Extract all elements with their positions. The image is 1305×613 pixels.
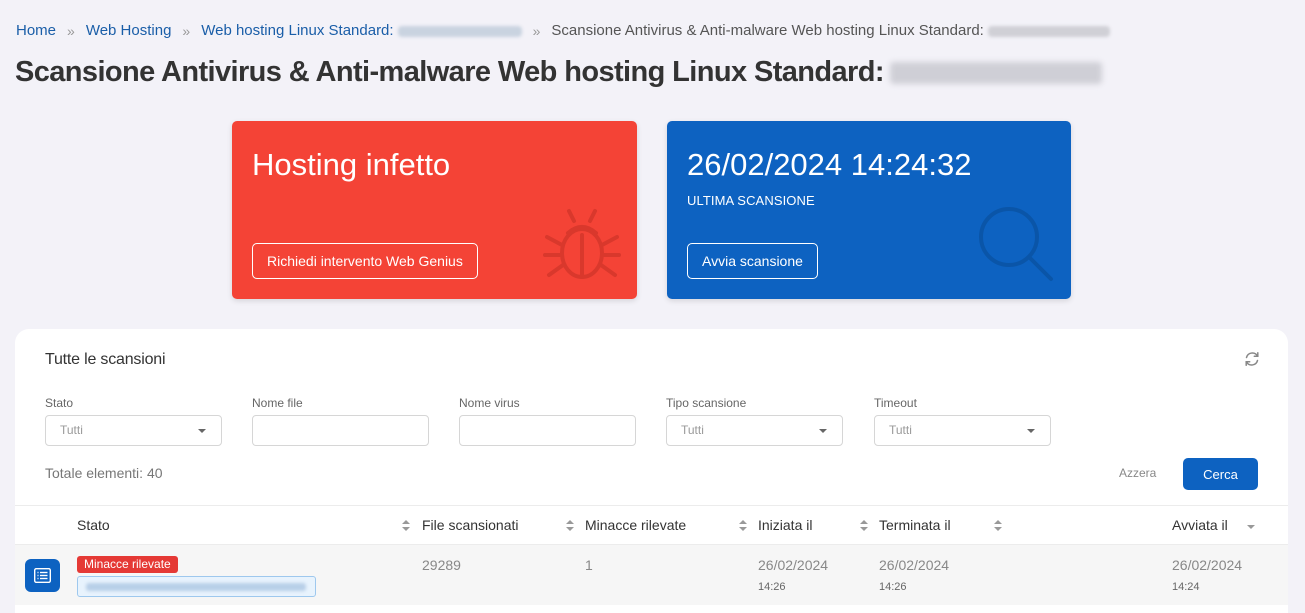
filter-stato-label: Stato (45, 396, 74, 410)
sort-icon[interactable] (860, 520, 868, 532)
breadcrumb-linux-standard-label: Web hosting Linux Standard: (201, 22, 394, 39)
col-header-file[interactable]: File scansionati (422, 517, 519, 533)
chevron-down-icon (1027, 429, 1035, 433)
timeout-select-value: Tutti (889, 423, 912, 437)
started-at: 26/02/2024 14:26 (758, 557, 828, 593)
filter-nome-file-label: Nome file (252, 396, 303, 410)
breadcrumb-current: Scansione Antivirus & Anti-malware Web h… (551, 22, 1110, 39)
infection-status-card: Hosting infetto Richiedi intervento Web … (232, 121, 637, 299)
scan-id-link[interactable] (77, 576, 316, 597)
sort-icon[interactable] (566, 520, 574, 532)
filter-stato: Stato Tutti (45, 396, 222, 446)
launched-at: 26/02/2024 14:24 (1172, 557, 1242, 593)
list-icon (34, 568, 51, 583)
sort-icon[interactable] (994, 520, 1002, 532)
panel-title: Tutte le scansioni (45, 351, 166, 368)
breadcrumb-separator: » (67, 22, 75, 39)
filter-tipo-scansione: Tipo scansione Tutti (666, 396, 843, 446)
col-header-terminata[interactable]: Terminata il (879, 517, 951, 533)
scans-panel: Tutte le scansioni Stato Tutti Nome file… (15, 329, 1288, 613)
col-header-iniziata[interactable]: Iniziata il (758, 517, 812, 533)
nome-file-input[interactable] (252, 415, 429, 446)
filter-timeout: Timeout Tutti (874, 396, 1051, 446)
started-time: 14:26 (758, 581, 786, 593)
table-header: Stato File scansionati Minacce rilevate … (15, 505, 1288, 545)
stato-select[interactable]: Tutti (45, 415, 222, 446)
redacted-domain (397, 25, 522, 37)
status-badge: Minacce rilevate (77, 556, 178, 573)
search-button[interactable]: Cerca (1183, 458, 1258, 490)
page-title: Scansione Antivirus & Anti-malware Web h… (15, 56, 1102, 89)
tipo-scansione-select-value: Tutti (681, 423, 704, 437)
sort-icon[interactable] (739, 520, 747, 532)
search-icon (979, 207, 1053, 281)
launched-time: 14:24 (1172, 581, 1200, 593)
redacted-domain (987, 25, 1110, 37)
timeout-select[interactable]: Tutti (874, 415, 1051, 446)
col-header-stato[interactable]: Stato (77, 517, 110, 533)
last-scan-card: 26/02/2024 14:24:32 ULTIMA SCANSIONE Avv… (667, 121, 1071, 299)
nome-virus-input[interactable] (459, 415, 636, 446)
threats-detected: 1 (585, 557, 593, 573)
filter-nome-file: Nome file (252, 396, 429, 446)
started-date: 26/02/2024 (758, 557, 829, 573)
bug-icon (543, 209, 621, 279)
breadcrumb-web-hosting[interactable]: Web Hosting (86, 22, 172, 39)
breadcrumb-separator: » (182, 22, 191, 39)
ended-time: 14:26 (879, 581, 907, 593)
chevron-down-icon (198, 429, 206, 433)
redacted-domain (889, 61, 1102, 84)
total-items: Totale elementi: 40 (45, 465, 163, 481)
last-scan-datetime: 26/02/2024 14:24:32 (687, 147, 972, 182)
last-scan-label: ULTIMA SCANSIONE (687, 193, 815, 208)
request-web-genius-button[interactable]: Richiedi intervento Web Genius (252, 243, 478, 279)
launched-date: 26/02/2024 (1172, 557, 1243, 573)
infection-status-title: Hosting infetto (252, 147, 451, 182)
files-scanned: 29289 (422, 557, 461, 573)
filter-tipo-scansione-label: Tipo scansione (666, 396, 747, 410)
col-header-minacce[interactable]: Minacce rilevate (585, 517, 686, 533)
breadcrumb: Home » Web Hosting » Web hosting Linux S… (16, 22, 1110, 39)
filter-nome-virus: Nome virus (459, 396, 636, 446)
redacted-scan-id (86, 583, 306, 591)
details-button[interactable] (25, 559, 60, 592)
col-header-avviata[interactable]: Avviata il (1172, 517, 1228, 533)
tipo-scansione-select[interactable]: Tutti (666, 415, 843, 446)
start-scan-button[interactable]: Avvia scansione (687, 243, 818, 279)
filter-timeout-label: Timeout (874, 396, 917, 410)
page-title-text: Scansione Antivirus & Anti-malware Web h… (15, 56, 885, 88)
filter-nome-virus-label: Nome virus (459, 396, 520, 410)
table-row[interactable]: Minacce rilevate 29289 1 26/02/2024 14:26… (15, 545, 1288, 605)
ended-date: 26/02/2024 (879, 557, 950, 573)
reset-button[interactable]: Azzera (1119, 466, 1156, 480)
breadcrumb-separator: » (532, 22, 541, 39)
ended-at: 26/02/2024 14:26 (879, 557, 949, 593)
refresh-icon[interactable] (1244, 351, 1260, 367)
sort-icon[interactable] (402, 520, 410, 532)
stato-select-value: Tutti (60, 423, 83, 437)
breadcrumb-home[interactable]: Home (16, 22, 56, 39)
breadcrumb-current-label: Scansione Antivirus & Anti-malware Web h… (551, 22, 984, 39)
breadcrumb-linux-standard[interactable]: Web hosting Linux Standard: (201, 22, 522, 39)
chevron-down-icon (819, 429, 827, 433)
sort-desc-icon[interactable] (1247, 525, 1255, 529)
